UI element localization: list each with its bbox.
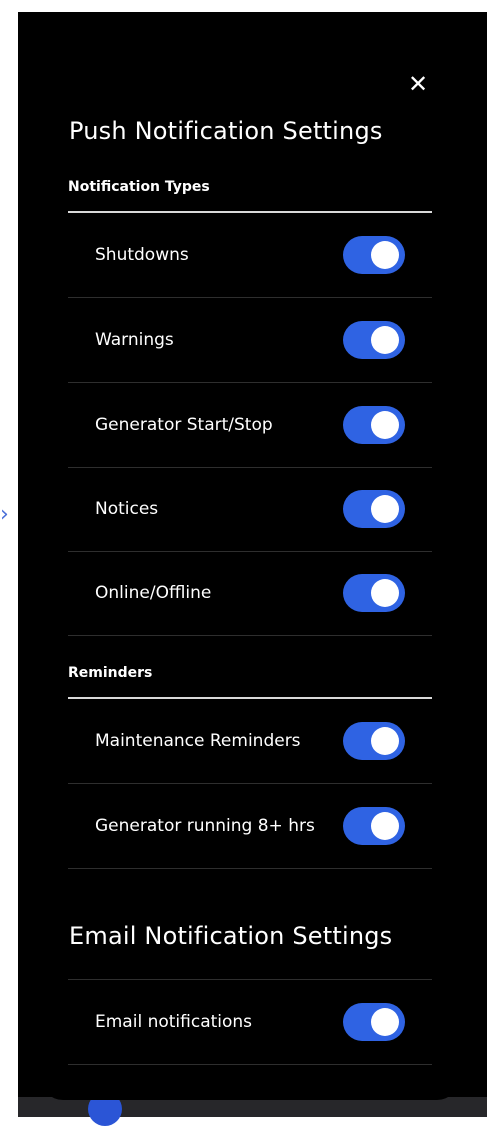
section-heading-notification-types: Notification Types [68,179,210,195]
setting-label: Notices [95,499,159,519]
setting-row-maintenance-reminders: Maintenance Reminders [68,699,432,784]
toggle-knob [371,1008,399,1036]
setting-row-online-offline: Online/Offline [68,551,432,636]
maintenance-reminders-toggle[interactable] [343,722,405,760]
toggle-knob [371,727,399,755]
setting-label: Generator running 8+ hrs [95,816,315,836]
setting-row-notices: Notices [68,467,432,552]
setting-row-generator-running: Generator running 8+ hrs [68,784,432,869]
setting-row-shutdowns: Shutdowns [68,213,432,298]
online-offline-toggle[interactable] [343,574,405,612]
generator-start-stop-toggle[interactable] [343,406,405,444]
warnings-toggle[interactable] [343,321,405,359]
setting-label: Generator Start/Stop [95,415,273,435]
panel-bottom-edge [41,1060,459,1100]
close-icon[interactable]: ✕ [404,70,432,98]
toggle-knob [371,411,399,439]
generator-running-toggle[interactable] [343,807,405,845]
email-notifications-toggle[interactable] [343,1003,405,1041]
setting-row-generator-start-stop: Generator Start/Stop [68,383,432,468]
toggle-knob [371,241,399,269]
setting-label: Online/Offline [95,583,212,603]
push-settings-title: Push Notification Settings [69,117,383,145]
chevron-right-icon: › [0,502,9,527]
toggle-knob [371,579,399,607]
setting-row-warnings: Warnings [68,298,432,383]
setting-label: Maintenance Reminders [95,731,301,751]
setting-label: Shutdowns [95,245,189,265]
shutdowns-toggle[interactable] [343,236,405,274]
setting-label: Email notifications [95,1012,253,1032]
toggle-knob [371,495,399,523]
toggle-knob [371,812,399,840]
toggle-knob [371,326,399,354]
notices-toggle[interactable] [343,490,405,528]
setting-row-email-notifications: Email notifications [68,980,432,1065]
email-settings-title: Email Notification Settings [69,922,393,950]
section-heading-reminders: Reminders [68,665,153,681]
setting-label: Warnings [95,330,174,350]
